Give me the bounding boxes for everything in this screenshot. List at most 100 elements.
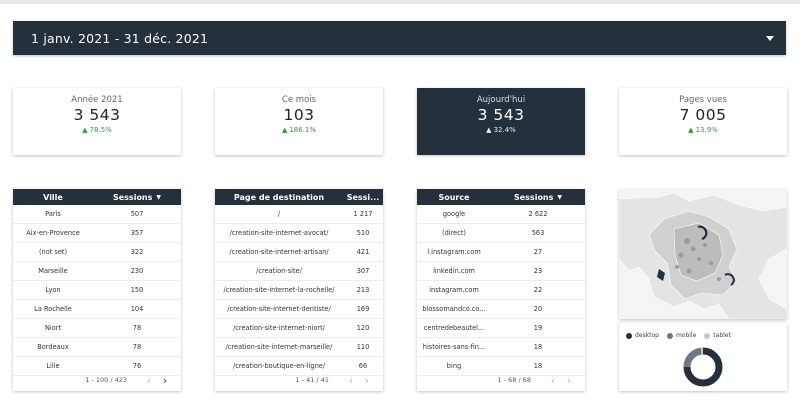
table-row[interactable]: La Rochelle 104 bbox=[13, 300, 181, 319]
table-cell-sessions: 78 bbox=[132, 343, 142, 351]
kpi-value: 7 005 bbox=[679, 106, 727, 124]
kpi-label: Ce mois bbox=[281, 95, 317, 105]
table-cell-sessions: 18 bbox=[533, 343, 543, 351]
table-cell-sessions: 19 bbox=[533, 324, 543, 332]
legend-swatch bbox=[666, 332, 673, 339]
table-cell-dimension: l.instagram.com bbox=[427, 248, 481, 256]
table-row[interactable]: /creation-site-internet-dentiste/169 bbox=[215, 300, 383, 319]
column-header-sessions[interactable]: Sessions ▼ bbox=[491, 189, 585, 205]
table-cell-dimension: / bbox=[277, 210, 281, 218]
date-range-selector[interactable]: 1 janv. 2021 - 31 déc. 2021 bbox=[13, 21, 786, 55]
table-cell-sessions: 421 bbox=[356, 248, 370, 256]
table-cell-sessions: 213 bbox=[356, 286, 370, 294]
table-sources: Source Sessions ▼ google 2 622 (direct) 563 l… bbox=[417, 189, 585, 391]
table-row[interactable]: linkedin.com 23 bbox=[417, 262, 585, 281]
table-row[interactable]: Bordeaux 78 bbox=[13, 338, 181, 357]
kpi-label: Pages vues bbox=[679, 95, 727, 105]
table-cell-dimension: /creation-site-internet-artisan/ bbox=[229, 248, 329, 256]
table-header: Source Sessions ▼ bbox=[417, 189, 585, 205]
table-row[interactable]: centredebeautel... 19 bbox=[417, 319, 585, 338]
table-cell-sessions: 510 bbox=[356, 229, 370, 237]
table-row[interactable]: Aix-en-Provence 357 bbox=[13, 224, 181, 243]
table-row[interactable]: google 2 622 bbox=[417, 205, 585, 224]
table-cities: Ville Sessions ▼ Paris 507 Aix-en-Provence 3… bbox=[13, 189, 181, 391]
table-cell-sessions: 120 bbox=[356, 324, 370, 332]
table-row[interactable]: (direct) 563 bbox=[417, 224, 585, 243]
table-row[interactable]: /creation-site-internet-niort/120 bbox=[215, 319, 383, 338]
legend-item[interactable]: desktop bbox=[626, 332, 659, 339]
chevron-left-icon[interactable]: ‹ bbox=[343, 374, 359, 387]
chevron-right-icon[interactable]: › bbox=[359, 374, 375, 387]
kpi-card-year: Année 2021 3 543 ▲ 78.5% bbox=[13, 88, 181, 155]
table-cell-dimension: /creation-site-internet-avocat/ bbox=[229, 229, 329, 237]
chevron-down-icon[interactable] bbox=[766, 35, 774, 41]
kpi-delta: ▲ 32.4% bbox=[486, 126, 516, 134]
arrow-up-icon: ▲ bbox=[82, 126, 88, 134]
table-row[interactable]: /creation-site-internet-artisan/421 bbox=[215, 243, 383, 262]
table-row[interactable]: l.instagram.com 27 bbox=[417, 243, 585, 262]
legend-item[interactable]: tablet bbox=[704, 332, 731, 339]
table-row[interactable]: /creation-site-internet-marseille/110 bbox=[215, 338, 383, 357]
column-header-city[interactable]: Ville bbox=[13, 189, 93, 205]
table-row[interactable]: Lyon 150 bbox=[13, 281, 181, 300]
pagination-label: 1 - 41 / 41 bbox=[295, 376, 329, 384]
table-footer: 1 - 41 / 41 ‹ › bbox=[215, 373, 383, 387]
arrow-up-icon: ▲ bbox=[688, 126, 694, 134]
table-cell-dimension: /creation-site-internet-marseille/ bbox=[225, 343, 333, 351]
legend-swatch bbox=[704, 332, 711, 339]
kpi-delta: ▲ 186.1% bbox=[281, 126, 317, 134]
arrow-up-icon: ▲ bbox=[486, 126, 492, 134]
table-cell-sessions: 150 bbox=[130, 286, 144, 294]
column-header-source[interactable]: Source bbox=[417, 189, 491, 205]
device-legend: desktop mobile tablet bbox=[619, 323, 787, 339]
table-row[interactable]: / 1 217 bbox=[215, 205, 383, 224]
table-row[interactable]: Marseille 230 bbox=[13, 262, 181, 281]
table-row[interactable]: blossomandco.co... 20 bbox=[417, 300, 585, 319]
kpi-value: 3 543 bbox=[477, 106, 525, 124]
table-cell-sessions: 104 bbox=[130, 305, 144, 313]
table-footer: 1 - 100 / 423 ‹ › bbox=[13, 373, 181, 387]
table-row[interactable]: histoires-sans-fin... 18 bbox=[417, 338, 585, 357]
pagination-label: 1 - 100 / 423 bbox=[85, 376, 127, 384]
device-chart-card: desktop mobile tablet bbox=[619, 323, 787, 391]
chevron-right-icon[interactable]: › bbox=[157, 374, 173, 387]
table-row[interactable]: /creation-site-internet-avocat/510 bbox=[215, 224, 383, 243]
table-cell-dimension: Paris bbox=[45, 210, 61, 218]
chevron-right-icon[interactable]: › bbox=[561, 374, 577, 387]
table-cell-dimension: /creation-site-internet-niort/ bbox=[233, 324, 325, 332]
sort-desc-icon[interactable]: ▼ bbox=[156, 194, 161, 201]
table-row[interactable]: (not set) 322 bbox=[13, 243, 181, 262]
table-row[interactable]: /creation-site-internet-la-rochelle/213 bbox=[215, 281, 383, 300]
kpi-value: 3 543 bbox=[73, 106, 121, 124]
sort-desc-icon[interactable]: ▼ bbox=[557, 194, 562, 201]
table-cell-sessions: 563 bbox=[531, 229, 545, 237]
geo-map[interactable] bbox=[619, 189, 787, 319]
table-cell-dimension: /creation-site-internet-la-rochelle/ bbox=[223, 286, 335, 294]
legend-item[interactable]: mobile bbox=[666, 332, 696, 339]
table-cell-dimension: linkedin.com bbox=[433, 267, 475, 275]
device-donut-chart[interactable] bbox=[619, 343, 787, 389]
table-cell-dimension: google bbox=[442, 210, 466, 218]
table-row[interactable]: instagram.com 22 bbox=[417, 281, 585, 300]
chevron-left-icon[interactable]: ‹ bbox=[141, 374, 157, 387]
table-row[interactable]: /creation-site/307 bbox=[215, 262, 383, 281]
table-cell-sessions: 357 bbox=[130, 229, 144, 237]
table-cell-sessions: 22 bbox=[533, 286, 543, 294]
table-cell-dimension: (not set) bbox=[38, 248, 68, 256]
column-header-sessions[interactable]: Sessi... bbox=[343, 189, 383, 205]
kpi-label: Année 2021 bbox=[71, 95, 123, 105]
kpi-delta: ▲ 78.5% bbox=[82, 126, 112, 134]
table-cell-sessions: 1 217 bbox=[353, 210, 373, 218]
table-row[interactable]: Paris 507 bbox=[13, 205, 181, 224]
table-cell-dimension: blossomandco.co... bbox=[422, 305, 486, 313]
column-header-landing-page[interactable]: Page de destination bbox=[215, 189, 343, 205]
table-cell-dimension: centredebeautel... bbox=[423, 324, 485, 332]
table-cell-dimension: Bordeaux bbox=[37, 343, 69, 351]
table-cell-dimension: Niort bbox=[44, 324, 62, 332]
column-header-sessions[interactable]: Sessions ▼ bbox=[93, 189, 181, 205]
table-header: Ville Sessions ▼ bbox=[13, 189, 181, 205]
kpi-card-today: Aujourd'hui 3 543 ▲ 32.4% bbox=[417, 88, 585, 155]
table-cell-dimension: Lyon bbox=[45, 286, 61, 294]
chevron-left-icon[interactable]: ‹ bbox=[545, 374, 561, 387]
table-row[interactable]: Niort 78 bbox=[13, 319, 181, 338]
